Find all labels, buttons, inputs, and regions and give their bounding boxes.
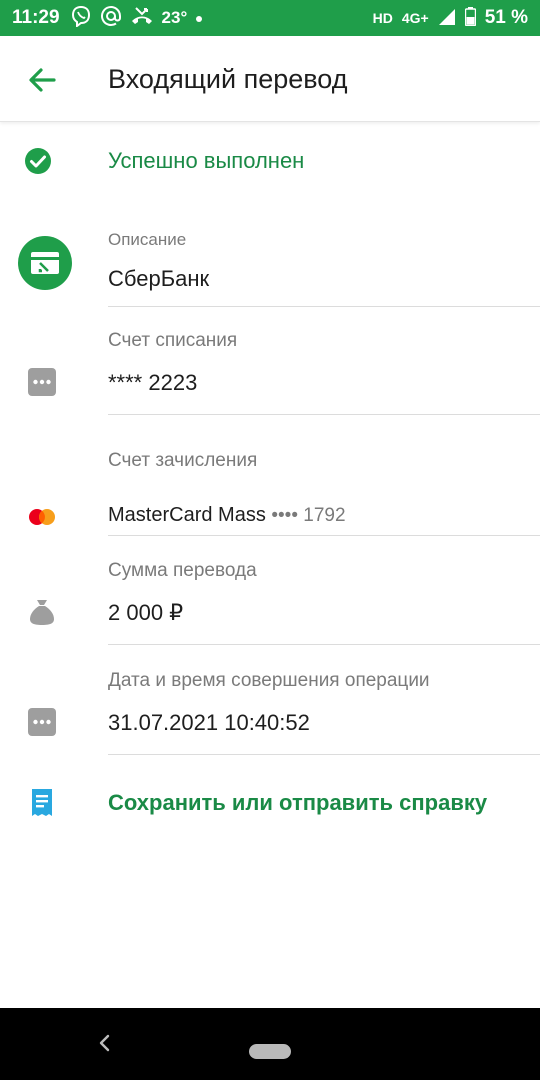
- field-value: **** 2223: [108, 370, 198, 395]
- sberbank-logo-icon: [18, 236, 72, 295]
- nav-home-pill[interactable]: [249, 1044, 291, 1059]
- save-or-send-receipt-button[interactable]: Сохранить или отправить справку: [0, 780, 540, 828]
- status-text: Успешно выполнен: [108, 148, 305, 173]
- card-masked-number: •••• 1792: [271, 505, 346, 526]
- arrow-back-icon: [24, 68, 60, 102]
- notification-dot-icon: [195, 8, 203, 28]
- divider: [108, 754, 540, 755]
- signal-label: 4G+: [401, 10, 429, 26]
- network-hd: HD: [372, 10, 393, 26]
- field-label: Дата и время совершения операции: [108, 670, 430, 691]
- divider: [108, 644, 540, 645]
- at-icon: [100, 5, 122, 32]
- operation-status: Успешно выполнен: [0, 140, 540, 184]
- field-amount: Сумма перевода 2 000 ₽: [0, 556, 540, 648]
- signal-icon: [438, 8, 456, 29]
- status-time: 11:29: [12, 7, 60, 28]
- field-label: Счет списания: [108, 330, 238, 351]
- divider: [108, 306, 540, 307]
- back-button[interactable]: [24, 62, 60, 98]
- status-bar: 11:29 23° HD 4G+ 51 %: [0, 0, 540, 36]
- field-label: Описание: [108, 230, 187, 249]
- field-label: Сумма перевода: [108, 560, 257, 581]
- viber-icon: [70, 5, 92, 32]
- field-value: СберБанк: [108, 266, 210, 291]
- app-bar: Входящий перевод: [0, 36, 540, 122]
- mastercard-icon: [28, 508, 56, 531]
- field-label: Счет зачисления: [108, 450, 258, 471]
- more-dots-icon: [28, 708, 56, 741]
- field-credit-account: Счет зачисления MasterCard Mass •••• 179…: [0, 446, 540, 538]
- field-value: 2 000 ₽: [108, 600, 184, 625]
- page-title: Входящий перевод: [108, 64, 348, 94]
- field-debit-account: Счет списания **** 2223: [0, 326, 540, 418]
- battery-percent: 51 %: [484, 7, 528, 28]
- more-dots-icon: [28, 368, 56, 401]
- chevron-left-icon: [94, 1034, 116, 1058]
- divider: [108, 414, 540, 415]
- card-name: MasterCard Mass: [108, 504, 266, 526]
- battery-icon: [464, 7, 476, 29]
- receipt-icon: [30, 788, 54, 823]
- weather-temp: 23°: [161, 8, 188, 27]
- system-nav-bar: [0, 1008, 540, 1080]
- money-bag-icon: [29, 598, 55, 631]
- nav-back-button[interactable]: [94, 1032, 116, 1054]
- field-value: 31.07.2021 10:40:52: [108, 710, 310, 735]
- field-description: Описание СберБанк: [0, 226, 540, 308]
- field-datetime: Дата и время совершения операции 31.07.2…: [0, 666, 540, 758]
- check-circle-icon: [24, 147, 52, 180]
- missed-call-icon: [130, 5, 154, 32]
- divider: [108, 535, 540, 536]
- action-label: Сохранить или отправить справку: [108, 790, 488, 815]
